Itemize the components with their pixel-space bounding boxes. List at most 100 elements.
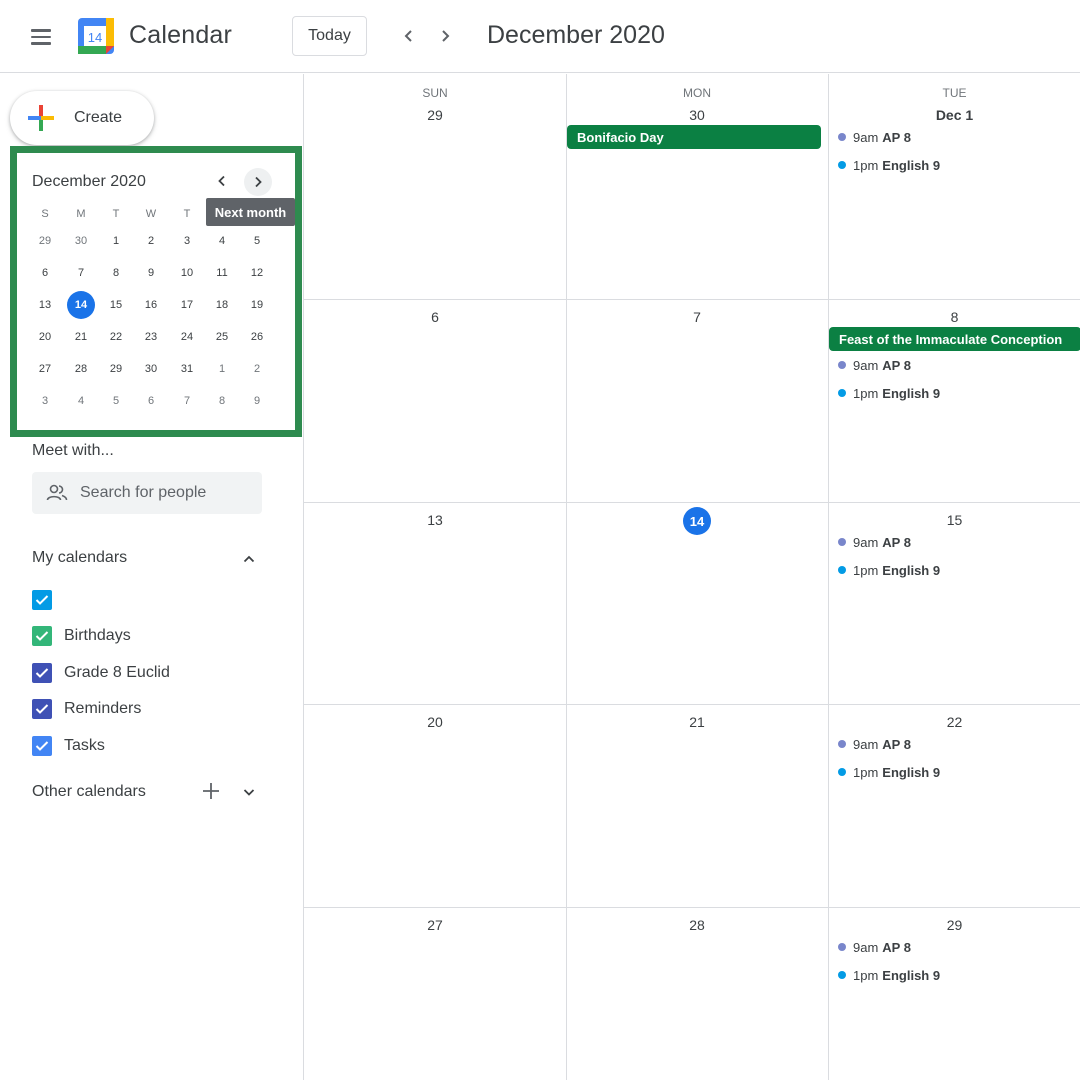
mini-day[interactable]: 28 (67, 355, 95, 383)
mini-day[interactable]: 2 (243, 355, 271, 383)
mini-day[interactable]: 7 (67, 259, 95, 287)
day-number[interactable]: 27 (405, 917, 465, 933)
mini-day[interactable]: 15 (102, 291, 130, 319)
all-day-event[interactable]: Feast of the Immaculate Conception (829, 327, 1080, 351)
mini-day[interactable]: 5 (243, 227, 271, 255)
calendar-item-label: Reminders (64, 700, 142, 717)
mini-day[interactable]: 20 (31, 323, 59, 351)
search-people-input[interactable]: Search for people (32, 472, 262, 514)
checkbox-icon[interactable] (32, 590, 52, 610)
calendar-item[interactable] (32, 587, 272, 613)
my-calendars-collapse-button[interactable] (236, 546, 262, 572)
mini-day[interactable]: 1 (102, 227, 130, 255)
event-title: English 9 (882, 764, 941, 780)
mini-day[interactable]: 18 (208, 291, 236, 319)
mini-day[interactable]: 30 (67, 227, 95, 255)
mini-day[interactable]: 8 (208, 387, 236, 415)
mini-day[interactable]: 1 (208, 355, 236, 383)
checkbox-icon[interactable] (32, 736, 52, 756)
today-button[interactable]: Today (292, 16, 367, 56)
mini-day[interactable]: 16 (137, 291, 165, 319)
mini-day[interactable]: 19 (243, 291, 271, 319)
mini-day[interactable]: 12 (243, 259, 271, 287)
calendar-item[interactable]: Reminders (32, 696, 272, 722)
event-chip[interactable]: 9am AP 8 (838, 734, 911, 754)
mini-day[interactable]: 29 (31, 227, 59, 255)
mini-day[interactable]: 24 (173, 323, 201, 351)
event-chip[interactable]: 1pm English 9 (838, 383, 940, 403)
day-number[interactable]: 29 (925, 917, 985, 933)
mini-day[interactable]: 9 (243, 387, 271, 415)
weekday-header: SUN (422, 86, 448, 100)
mini-day[interactable]: 4 (67, 387, 95, 415)
mini-day[interactable]: 6 (31, 259, 59, 287)
mini-day[interactable]: 5 (102, 387, 130, 415)
day-number[interactable]: 21 (667, 714, 727, 730)
mini-day[interactable]: 30 (137, 355, 165, 383)
people-icon (46, 484, 68, 501)
mini-day[interactable]: 3 (31, 387, 59, 415)
other-calendars-expand-button[interactable] (236, 779, 262, 805)
main-menu-button[interactable] (22, 18, 60, 56)
mini-day[interactable]: 9 (137, 259, 165, 287)
day-number[interactable]: 22 (925, 714, 985, 730)
checkbox-icon[interactable] (32, 699, 52, 719)
calendar-item[interactable]: Grade 8 Euclid (32, 660, 272, 686)
checkbox-icon[interactable] (32, 663, 52, 683)
mini-day[interactable]: 3 (173, 227, 201, 255)
previous-period-button[interactable] (395, 22, 423, 50)
next-period-button[interactable] (431, 22, 459, 50)
all-day-event[interactable]: Bonifacio Day (567, 125, 821, 149)
today-date-badge[interactable]: 14 (683, 507, 711, 535)
day-number[interactable]: 8 (925, 309, 985, 325)
event-chip[interactable]: 1pm English 9 (838, 965, 940, 985)
mini-day[interactable]: 17 (173, 291, 201, 319)
mini-day[interactable]: 11 (208, 259, 236, 287)
mini-next-month-button[interactable] (244, 168, 272, 196)
mini-day[interactable]: 22 (102, 323, 130, 351)
event-chip[interactable]: 9am AP 8 (838, 355, 911, 375)
day-number[interactable]: 28 (667, 917, 727, 933)
event-chip[interactable]: 9am AP 8 (838, 127, 911, 147)
mini-day[interactable]: 31 (173, 355, 201, 383)
mini-day[interactable]: 4 (208, 227, 236, 255)
mini-day[interactable]: 13 (31, 291, 59, 319)
create-button[interactable]: Create (10, 91, 154, 145)
mini-day[interactable]: 8 (102, 259, 130, 287)
event-time: 9am (853, 534, 879, 550)
mini-day[interactable]: 26 (243, 323, 271, 351)
svg-text:14: 14 (88, 30, 102, 45)
mini-day[interactable]: 7 (173, 387, 201, 415)
day-number[interactable]: Dec 1 (925, 107, 985, 123)
day-number[interactable]: 7 (667, 309, 727, 325)
mini-previous-month-button[interactable] (209, 168, 235, 194)
event-color-dot (838, 538, 846, 546)
mini-day-selected[interactable]: 14 (67, 291, 95, 319)
chevron-down-icon (243, 789, 255, 796)
day-number[interactable]: 13 (405, 512, 465, 528)
mini-day[interactable]: 10 (173, 259, 201, 287)
day-number[interactable]: 15 (925, 512, 985, 528)
day-number[interactable]: 29 (405, 107, 465, 123)
mini-day[interactable]: 23 (137, 323, 165, 351)
checkbox-icon[interactable] (32, 626, 52, 646)
event-chip[interactable]: 9am AP 8 (838, 937, 911, 957)
mini-day[interactable]: 2 (137, 227, 165, 255)
mini-day[interactable]: 21 (67, 323, 95, 351)
add-other-calendar-button[interactable] (199, 779, 223, 803)
mini-day[interactable]: 29 (102, 355, 130, 383)
day-number[interactable]: 6 (405, 309, 465, 325)
mini-day[interactable]: 27 (31, 355, 59, 383)
calendar-item[interactable]: Tasks (32, 733, 272, 759)
mini-weekday-header: M (76, 208, 86, 220)
event-chip[interactable]: 1pm English 9 (838, 560, 940, 580)
event-chip[interactable]: 9am AP 8 (838, 532, 911, 552)
day-number[interactable]: 20 (405, 714, 465, 730)
calendar-item-label: Grade 8 Euclid (64, 664, 170, 681)
mini-day[interactable]: 6 (137, 387, 165, 415)
calendar-item[interactable]: Birthdays (32, 623, 272, 649)
event-chip[interactable]: 1pm English 9 (838, 762, 940, 782)
mini-day[interactable]: 25 (208, 323, 236, 351)
event-chip[interactable]: 1pm English 9 (838, 155, 940, 175)
day-number[interactable]: 30 (667, 107, 727, 123)
